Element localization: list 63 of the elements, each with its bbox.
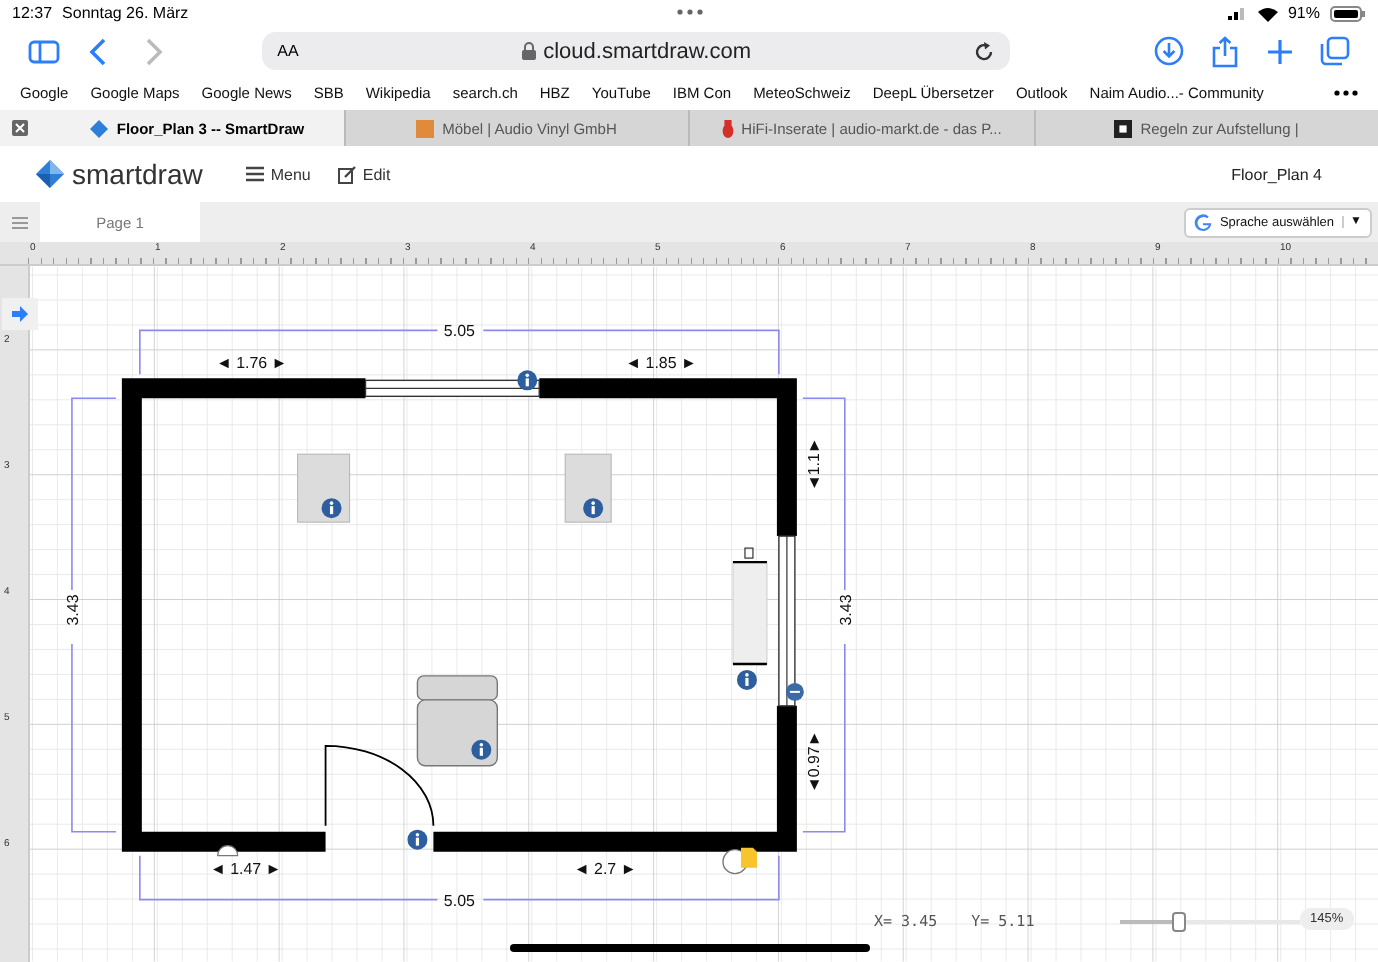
info-icon[interactable] bbox=[471, 739, 492, 760]
info-icon[interactable] bbox=[736, 669, 757, 690]
back-icon bbox=[88, 37, 109, 66]
armchair[interactable] bbox=[416, 675, 498, 767]
close-icon[interactable] bbox=[12, 120, 28, 137]
menu-icon bbox=[246, 166, 265, 183]
download-icon bbox=[1154, 36, 1185, 67]
date: Sonntag 26. März bbox=[62, 4, 189, 23]
dimension-label: ◄ 1.47 ► bbox=[209, 859, 282, 878]
logo-icon bbox=[36, 160, 64, 189]
plus-icon bbox=[1265, 37, 1294, 66]
wall-outline[interactable] bbox=[121, 378, 797, 852]
dimension-label: 3.43 bbox=[836, 594, 855, 626]
square-icon bbox=[1114, 119, 1133, 138]
lock-icon bbox=[521, 42, 536, 61]
cabinet[interactable] bbox=[731, 547, 769, 666]
tabs-icon bbox=[1319, 36, 1350, 67]
list-icon bbox=[12, 215, 28, 230]
lamp-icon[interactable] bbox=[722, 847, 757, 875]
dimension-label: ◄ 1.76 ► bbox=[215, 354, 288, 373]
dimension-label: 3.43 bbox=[63, 594, 82, 626]
panel-button[interactable] bbox=[2, 298, 38, 330]
text-size-button[interactable]: AA bbox=[277, 42, 299, 61]
forward-icon bbox=[143, 37, 164, 66]
info-icon[interactable] bbox=[517, 370, 538, 391]
dimension-label: ◄ 1.85 ► bbox=[625, 354, 697, 373]
diamond-icon bbox=[90, 119, 109, 138]
wifi-icon bbox=[1257, 5, 1278, 22]
window[interactable] bbox=[364, 379, 540, 397]
sidebar-icon bbox=[27, 39, 60, 64]
dimension-label: 5.05 bbox=[443, 322, 475, 341]
dimension-label: ◄1.1► bbox=[804, 437, 823, 492]
google-icon bbox=[1193, 213, 1212, 232]
url-text: cloud.smartdraw.com bbox=[543, 39, 752, 64]
reload-icon[interactable] bbox=[973, 41, 994, 62]
more-icon[interactable] bbox=[1334, 89, 1358, 96]
info-icon[interactable] bbox=[407, 829, 428, 850]
speaker[interactable] bbox=[564, 453, 612, 523]
menu-button[interactable]: Menu bbox=[246, 165, 311, 184]
info-icon[interactable] bbox=[321, 498, 342, 519]
address-bar[interactable]: AA cloud.smartdraw.com bbox=[261, 32, 1010, 71]
app-logo: smartdraw bbox=[72, 158, 203, 191]
edit-icon bbox=[338, 165, 357, 184]
info-icon[interactable] bbox=[583, 498, 604, 519]
battery-icon bbox=[1330, 5, 1366, 22]
arrow-icon bbox=[11, 306, 29, 322]
signal-icon bbox=[1227, 6, 1248, 21]
document-title: Floor_Plan 4 bbox=[1231, 165, 1322, 184]
dimension-label: ◄ 2.7 ► bbox=[573, 859, 637, 878]
more-icon bbox=[676, 8, 704, 16]
square-icon bbox=[416, 119, 435, 138]
dimension-label: 5.05 bbox=[443, 891, 475, 910]
favicon-icon bbox=[721, 119, 734, 138]
share-icon bbox=[1211, 35, 1238, 68]
battery-percentage: 91% bbox=[1287, 4, 1320, 23]
dimension-label: ◄0.97► bbox=[804, 730, 823, 794]
time: 12:37 bbox=[12, 4, 53, 23]
outlet-icon bbox=[217, 845, 239, 857]
rotate-handle[interactable] bbox=[785, 682, 804, 701]
speaker[interactable] bbox=[296, 453, 351, 523]
edit-button[interactable]: Edit bbox=[338, 165, 391, 184]
window[interactable] bbox=[778, 535, 796, 707]
door-swing[interactable] bbox=[324, 744, 435, 827]
